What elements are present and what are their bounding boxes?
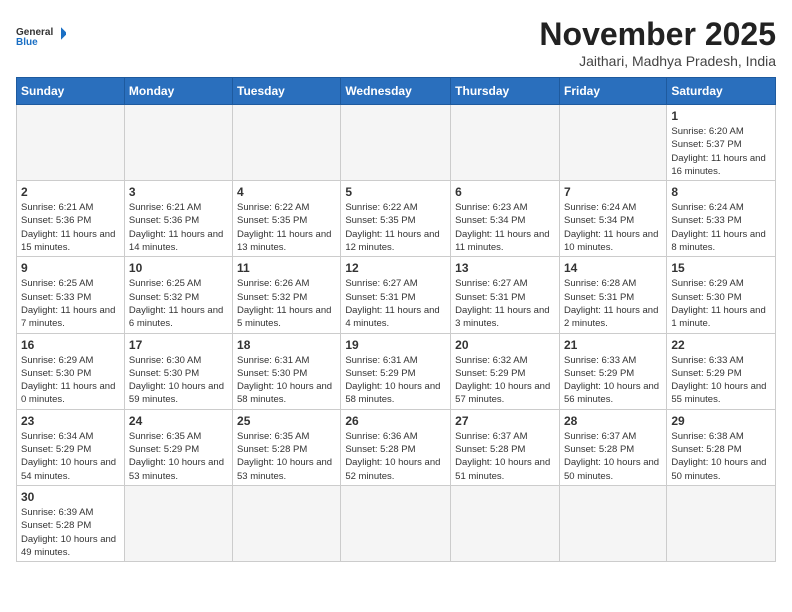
calendar-row-3: 9 Sunrise: 6:25 AMSunset: 5:33 PMDayligh… — [17, 257, 776, 333]
logo-svg: General Blue — [16, 16, 66, 56]
day-19: 19 Sunrise: 6:31 AMSunset: 5:29 PMDaylig… — [341, 333, 451, 409]
day-25: 25 Sunrise: 6:35 AMSunset: 5:28 PMDaylig… — [233, 409, 341, 485]
header-thursday: Thursday — [451, 78, 560, 105]
day-empty — [341, 485, 451, 561]
svg-text:General: General — [16, 27, 53, 38]
day-27: 27 Sunrise: 6:37 AMSunset: 5:28 PMDaylig… — [451, 409, 560, 485]
day-24: 24 Sunrise: 6:35 AMSunset: 5:29 PMDaylig… — [124, 409, 232, 485]
header-monday: Monday — [124, 78, 232, 105]
day-12: 12 Sunrise: 6:27 AMSunset: 5:31 PMDaylig… — [341, 257, 451, 333]
day-empty — [233, 485, 341, 561]
header-wednesday: Wednesday — [341, 78, 451, 105]
day-empty — [124, 485, 232, 561]
month-title: November 2025 — [539, 16, 776, 53]
header-sunday: Sunday — [17, 78, 125, 105]
weekday-header-row: Sunday Monday Tuesday Wednesday Thursday… — [17, 78, 776, 105]
page-header: General Blue November 2025 Jaithari, Mad… — [16, 16, 776, 69]
calendar-row-4: 16 Sunrise: 6:29 AMSunset: 5:30 PMDaylig… — [17, 333, 776, 409]
day-14: 14 Sunrise: 6:28 AMSunset: 5:31 PMDaylig… — [559, 257, 666, 333]
day-2: 2 Sunrise: 6:21 AMSunset: 5:36 PMDayligh… — [17, 181, 125, 257]
header-saturday: Saturday — [667, 78, 776, 105]
day-29: 29 Sunrise: 6:38 AMSunset: 5:28 PMDaylig… — [667, 409, 776, 485]
day-17: 17 Sunrise: 6:30 AMSunset: 5:30 PMDaylig… — [124, 333, 232, 409]
day-1: 1 Sunrise: 6:20 AM Sunset: 5:37 PM Dayli… — [667, 105, 776, 181]
location-subtitle: Jaithari, Madhya Pradesh, India — [539, 53, 776, 69]
header-tuesday: Tuesday — [233, 78, 341, 105]
logo: General Blue — [16, 16, 66, 56]
day-empty — [451, 485, 560, 561]
day-6: 6 Sunrise: 6:23 AMSunset: 5:34 PMDayligh… — [451, 181, 560, 257]
day-empty — [451, 105, 560, 181]
day-empty — [17, 105, 125, 181]
calendar-row-1: 1 Sunrise: 6:20 AM Sunset: 5:37 PM Dayli… — [17, 105, 776, 181]
day-28: 28 Sunrise: 6:37 AMSunset: 5:28 PMDaylig… — [559, 409, 666, 485]
day-11: 11 Sunrise: 6:26 AMSunset: 5:32 PMDaylig… — [233, 257, 341, 333]
day-23: 23 Sunrise: 6:34 AMSunset: 5:29 PMDaylig… — [17, 409, 125, 485]
day-4: 4 Sunrise: 6:22 AMSunset: 5:35 PMDayligh… — [233, 181, 341, 257]
calendar-row-2: 2 Sunrise: 6:21 AMSunset: 5:36 PMDayligh… — [17, 181, 776, 257]
day-empty — [233, 105, 341, 181]
day-empty — [341, 105, 451, 181]
day-16: 16 Sunrise: 6:29 AMSunset: 5:30 PMDaylig… — [17, 333, 125, 409]
day-empty — [124, 105, 232, 181]
day-20: 20 Sunrise: 6:32 AMSunset: 5:29 PMDaylig… — [451, 333, 560, 409]
day-empty — [667, 485, 776, 561]
day-5: 5 Sunrise: 6:22 AMSunset: 5:35 PMDayligh… — [341, 181, 451, 257]
header-friday: Friday — [559, 78, 666, 105]
day-9: 9 Sunrise: 6:25 AMSunset: 5:33 PMDayligh… — [17, 257, 125, 333]
day-26: 26 Sunrise: 6:36 AMSunset: 5:28 PMDaylig… — [341, 409, 451, 485]
calendar-row-5: 23 Sunrise: 6:34 AMSunset: 5:29 PMDaylig… — [17, 409, 776, 485]
day-empty — [559, 105, 666, 181]
day-21: 21 Sunrise: 6:33 AMSunset: 5:29 PMDaylig… — [559, 333, 666, 409]
day-22: 22 Sunrise: 6:33 AMSunset: 5:29 PMDaylig… — [667, 333, 776, 409]
title-area: November 2025 Jaithari, Madhya Pradesh, … — [539, 16, 776, 69]
day-13: 13 Sunrise: 6:27 AMSunset: 5:31 PMDaylig… — [451, 257, 560, 333]
day-30: 30 Sunrise: 6:39 AMSunset: 5:28 PMDaylig… — [17, 485, 125, 561]
day-8: 8 Sunrise: 6:24 AMSunset: 5:33 PMDayligh… — [667, 181, 776, 257]
day-15: 15 Sunrise: 6:29 AMSunset: 5:30 PMDaylig… — [667, 257, 776, 333]
day-10: 10 Sunrise: 6:25 AMSunset: 5:32 PMDaylig… — [124, 257, 232, 333]
day-empty — [559, 485, 666, 561]
day-7: 7 Sunrise: 6:24 AMSunset: 5:34 PMDayligh… — [559, 181, 666, 257]
calendar-row-6: 30 Sunrise: 6:39 AMSunset: 5:28 PMDaylig… — [17, 485, 776, 561]
calendar-table: Sunday Monday Tuesday Wednesday Thursday… — [16, 77, 776, 562]
svg-text:Blue: Blue — [16, 37, 38, 48]
day-18: 18 Sunrise: 6:31 AMSunset: 5:30 PMDaylig… — [233, 333, 341, 409]
day-3: 3 Sunrise: 6:21 AMSunset: 5:36 PMDayligh… — [124, 181, 232, 257]
